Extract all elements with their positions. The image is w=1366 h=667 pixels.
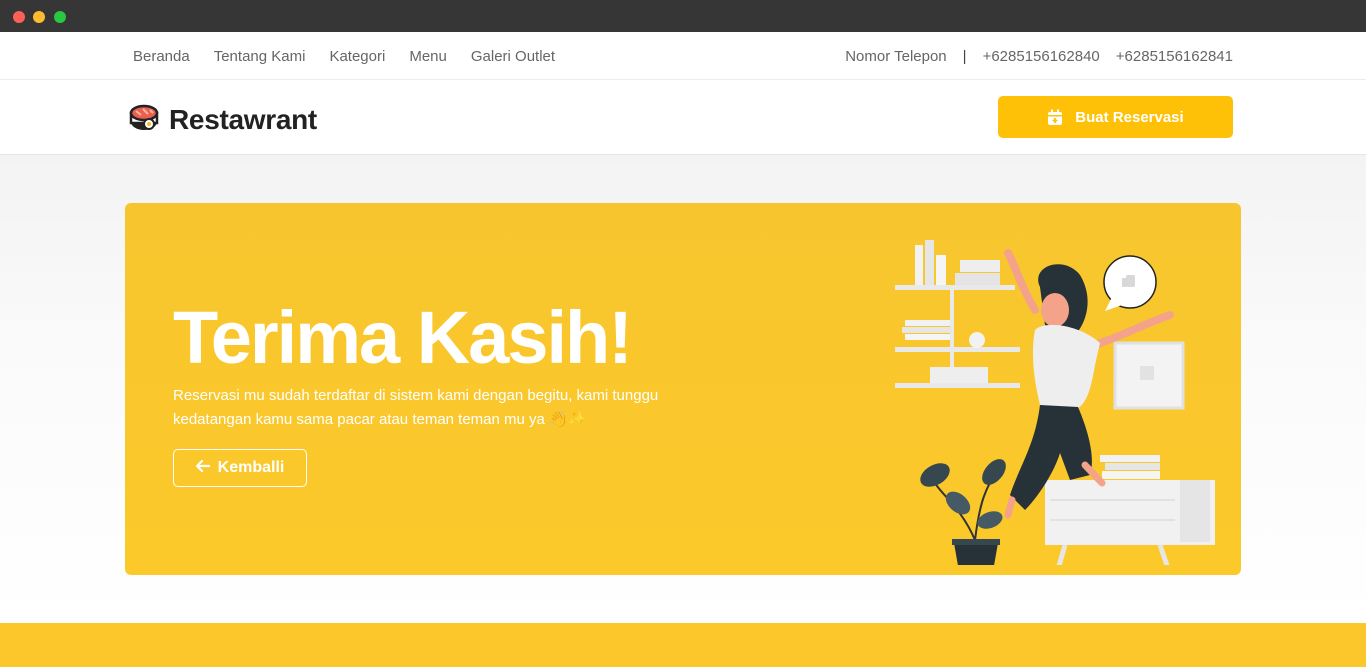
top-bar: Beranda Tentang Kami Kategori Menu Galer…	[0, 32, 1366, 80]
brand-logo[interactable]: Restawrant	[127, 100, 317, 139]
contact-separator: |	[962, 47, 967, 65]
nav-beranda[interactable]: Beranda	[133, 48, 190, 65]
nav-tentang-kami[interactable]: Tentang Kami	[214, 48, 306, 65]
arrow-left-icon	[195, 459, 210, 477]
minimize-window-button[interactable]	[33, 11, 45, 23]
top-nav: Beranda Tentang Kami Kategori Menu Galer…	[133, 32, 579, 80]
calendar-plus-icon	[1047, 109, 1063, 126]
reservation-button-label: Buat Reservasi	[1075, 108, 1184, 126]
nav-galeri-outlet[interactable]: Galeri Outlet	[471, 48, 555, 65]
contact-label: Nomor Telepon	[845, 47, 947, 65]
site-header: Restawrant Buat Reservasi	[0, 80, 1366, 155]
thank-you-card: Terima Kasih! Reservasi mu sudah terdaft…	[125, 203, 1241, 575]
phone-number-2[interactable]: +6285156162841	[1116, 48, 1233, 65]
window-titlebar	[0, 0, 1366, 32]
footer-banner	[0, 623, 1366, 667]
back-button-label: Kemballi	[217, 459, 285, 476]
nav-menu[interactable]: Menu	[409, 48, 447, 65]
close-window-button[interactable]	[13, 11, 25, 23]
brand-name: Restawrant	[169, 103, 317, 135]
main-content: Terima Kasih! Reservasi mu sudah terdaft…	[0, 155, 1366, 623]
nav-kategori[interactable]: Kategori	[329, 48, 385, 65]
sushi-icon	[127, 100, 161, 139]
make-reservation-button[interactable]: Buat Reservasi	[998, 96, 1233, 138]
page-title: Terima Kasih!	[173, 296, 633, 379]
message-line-1: Reservasi mu sudah terdaftar di sistem k…	[173, 387, 659, 404]
back-button[interactable]: Kemballi	[173, 449, 307, 487]
confirmation-message: Reservasi mu sudah terdaftar di sistem k…	[173, 384, 713, 432]
maximize-window-button[interactable]	[54, 11, 66, 23]
jumping-woman-illustration	[895, 240, 1215, 565]
phone-number-1[interactable]: +6285156162840	[983, 48, 1100, 65]
message-line-2: kedatangan kamu sama pacar atau teman te…	[173, 411, 587, 428]
contact-info: Nomor Telepon | +6285156162840 +62851561…	[845, 32, 1233, 80]
